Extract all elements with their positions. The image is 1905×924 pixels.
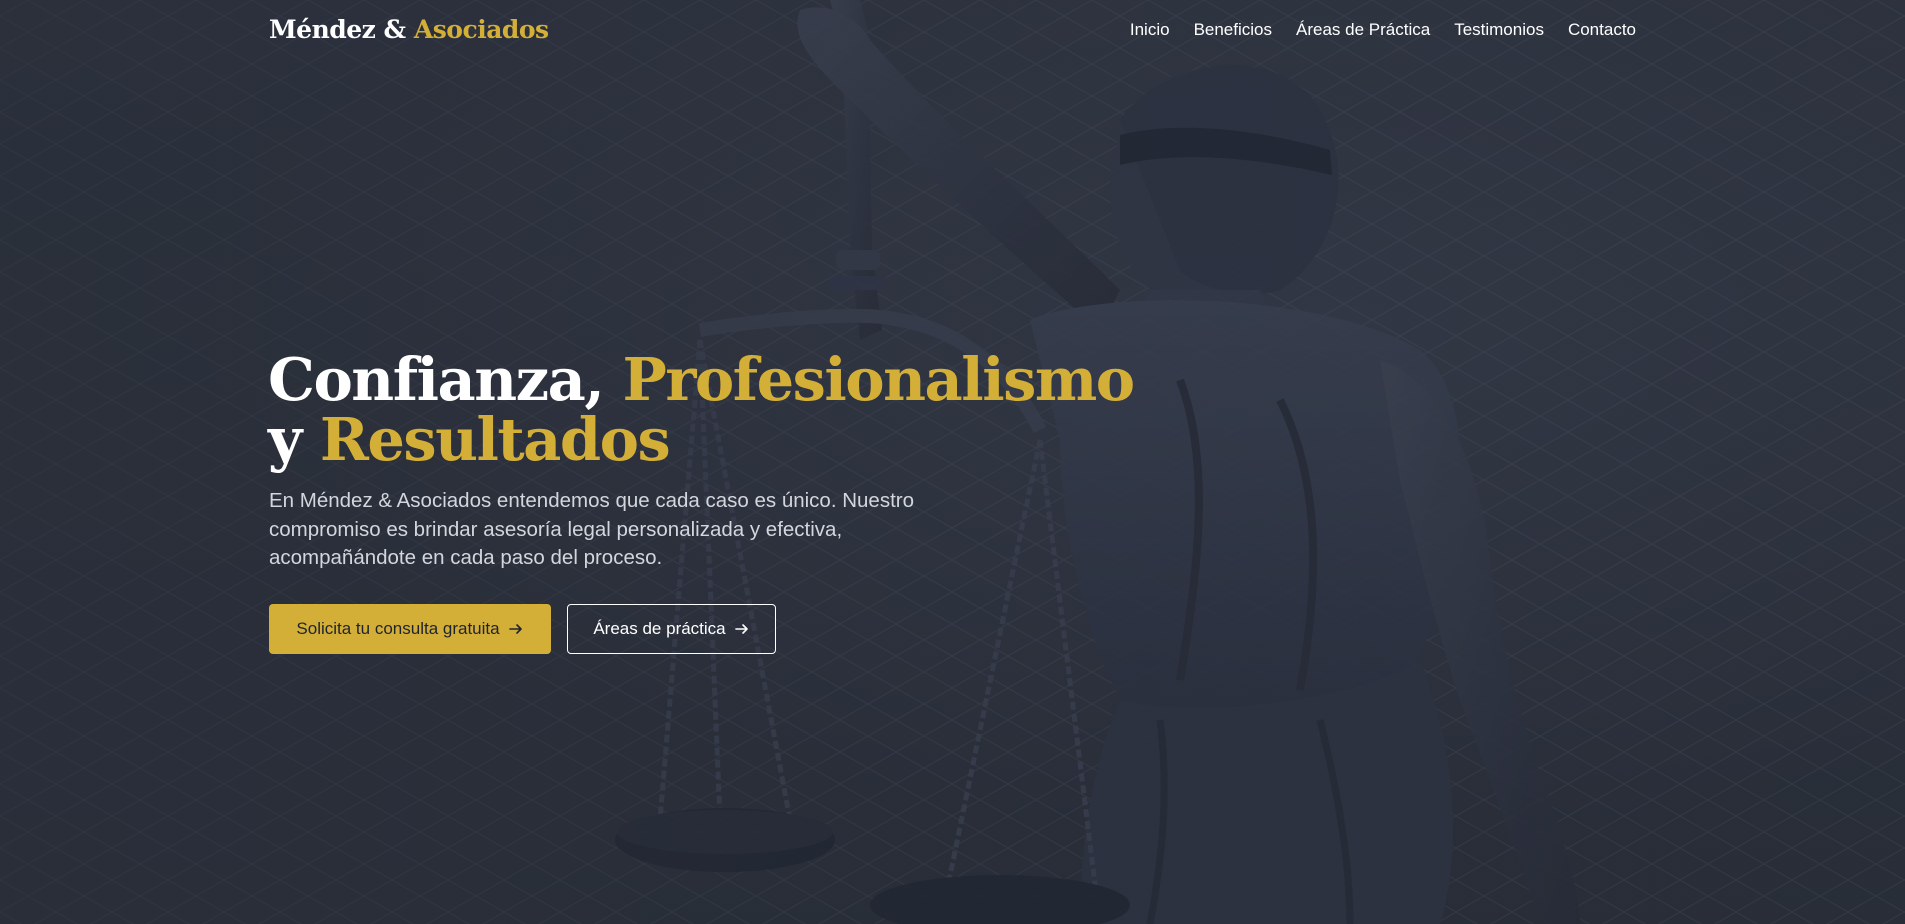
brand-name-accent: Asociados bbox=[413, 15, 549, 44]
nav-link-testimonios[interactable]: Testimonios bbox=[1454, 20, 1544, 40]
arrow-right-icon bbox=[734, 624, 748, 634]
main-navigation: Inicio Beneficios Áreas de Práctica Test… bbox=[1130, 20, 1636, 40]
consultation-button-label: Solicita tu consulta gratuita bbox=[296, 619, 500, 638]
nav-link-beneficios[interactable]: Beneficios bbox=[1194, 20, 1272, 40]
arrow-right-icon bbox=[508, 624, 522, 634]
headline-text-1: Confianza, bbox=[268, 345, 623, 414]
consultation-button[interactable]: Solicita tu consulta gratuita bbox=[269, 604, 551, 654]
brand-name-primary: Méndez & bbox=[269, 15, 414, 44]
navbar: Méndez & Asociados Inicio Beneficios Áre… bbox=[0, 0, 1905, 64]
headline-text-2: y bbox=[268, 405, 320, 474]
headline-accent-2: Resultados bbox=[319, 405, 671, 474]
hero-subtitle: En Méndez & Asociados entendemos que cad… bbox=[269, 489, 915, 569]
nav-link-contacto[interactable]: Contacto bbox=[1568, 20, 1636, 40]
brand-logo[interactable]: Méndez & Asociados bbox=[269, 15, 549, 44]
hero-headline: Confianza, Profesionalismo y Resultados bbox=[268, 350, 1135, 470]
practice-areas-button-label: Áreas de práctica bbox=[593, 619, 726, 638]
headline-accent-1: Profesionalismo bbox=[622, 345, 1135, 414]
nav-link-areas-de-practica[interactable]: Áreas de Práctica bbox=[1296, 20, 1430, 40]
hero-actions: Solicita tu consulta gratuita Áreas de p… bbox=[269, 604, 776, 654]
practice-areas-button[interactable]: Áreas de práctica bbox=[567, 604, 776, 654]
nav-link-inicio[interactable]: Inicio bbox=[1130, 20, 1170, 40]
hero-section: Méndez & Asociados Inicio Beneficios Áre… bbox=[0, 0, 1905, 924]
